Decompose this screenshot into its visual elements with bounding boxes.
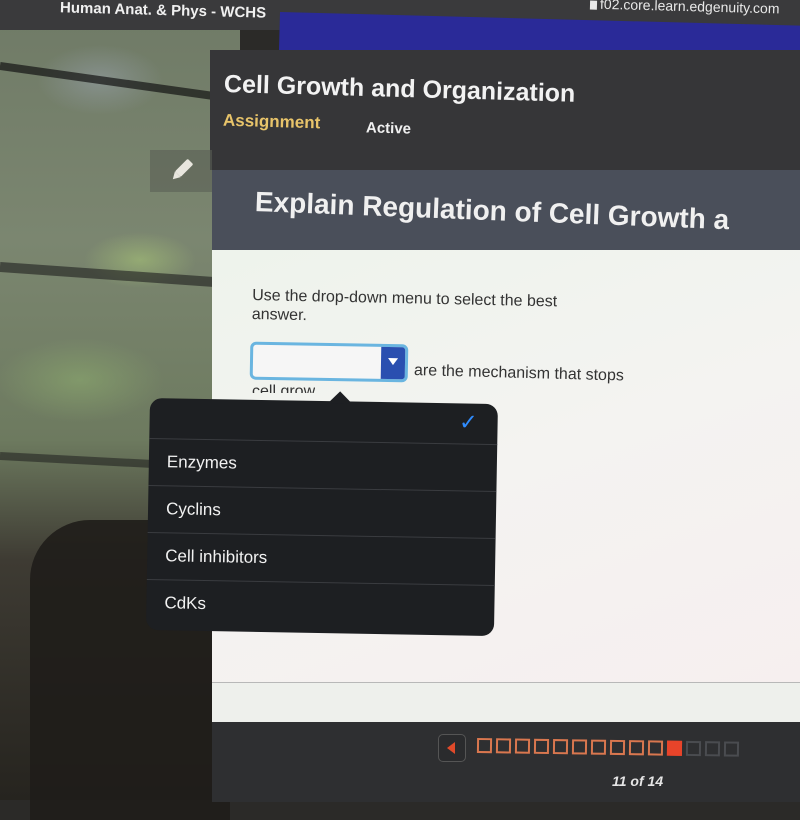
page-square-8[interactable] [609,739,626,756]
page-square-1[interactable] [476,738,493,754]
page-counter: 11 of 14 [612,773,664,789]
page-square-12 [685,740,702,757]
page-square-5[interactable] [552,739,569,755]
activity-footer [212,722,800,802]
triangle-down-icon [387,358,399,366]
page-square-14 [723,741,740,757]
dropdown-option-cell-inhibitors[interactable]: Cell inhibitors [146,532,496,587]
answer-dropdown[interactable] [249,341,409,383]
notes-button[interactable] [150,150,212,192]
page-square-7[interactable] [590,739,607,755]
status-label: Active [365,119,412,138]
checkmark-icon: ✓ [458,409,478,435]
page-square-6[interactable] [571,739,588,755]
dropdown-options-list: ✓ Enzymes Cyclins Cell inhibitors CdKs [146,398,498,632]
page-square-2[interactable] [495,738,512,754]
panel-footer-area [212,682,800,723]
page-square-10[interactable] [647,740,664,756]
page-square-4[interactable] [533,738,550,755]
page-square-9[interactable] [628,740,645,756]
dropdown-option-blank[interactable]: ✓ [149,398,498,446]
dropdown-option-cdks[interactable]: CdKs [146,580,495,632]
dropdown-option-enzymes[interactable]: Enzymes [148,438,498,493]
previous-button[interactable] [438,734,466,762]
question-instructions: Use the drop-down menu to select the bes… [251,287,558,325]
lock-icon [589,0,598,10]
lesson-header [210,50,800,170]
question-sentence-continued: cell grow [252,383,316,393]
triangle-left-icon [447,742,455,754]
assignment-type-label: Assignment [222,110,321,133]
dropdown-toggle[interactable] [380,346,406,380]
page-square-3[interactable] [514,738,531,754]
dropdown-option-cyclins[interactable]: Cyclins [147,485,497,540]
page-square-11[interactable] [666,740,683,756]
page-square-13 [704,741,721,757]
pencil-icon [172,159,193,180]
dropdown-options-popover: ✓ Enzymes Cyclins Cell inhibitors CdKs [145,391,498,637]
